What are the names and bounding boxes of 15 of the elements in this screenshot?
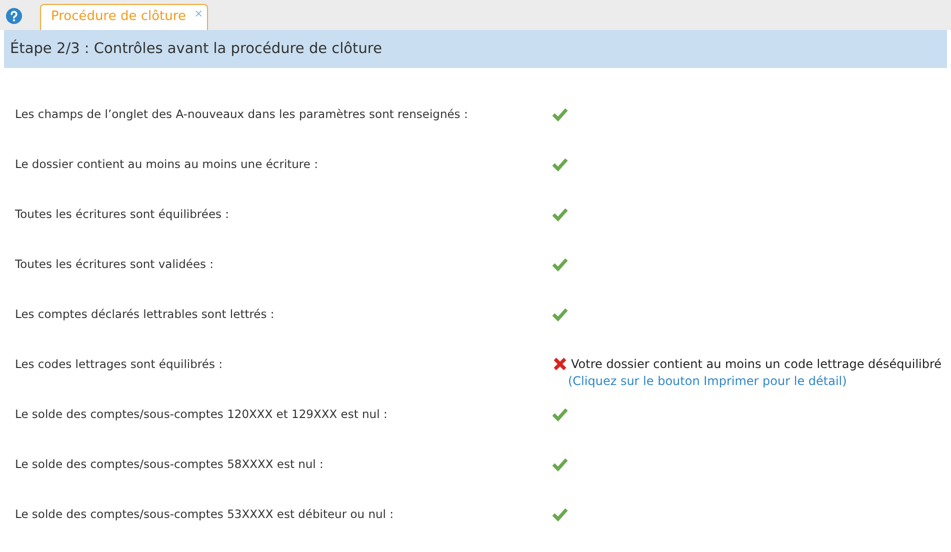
check-label: Toutes les écritures sont équilibrées : (15, 206, 230, 221)
check-label: Les codes lettrages sont équilibrés : (15, 356, 224, 371)
check-label: Les champs de l’onglet des A-nouveaux dans les paramètres sont renseignés : (15, 106, 469, 121)
tab[interactable]: Procédure de clôture × (40, 4, 208, 30)
check-label: Le solde des comptes/sous-comptes 58XXXX est nul : (15, 456, 324, 471)
check-label: Le dossier contient au moins au moins une écriture : (15, 156, 320, 171)
help-icon[interactable] (6, 8, 22, 24)
close-icon[interactable]: × (194, 9, 204, 19)
step-title: Étape 2/3 : Contrôles avant la procédure de clôture (10, 41, 382, 57)
check-label: Le solde des comptes/sous-comptes 53XXXX est débiteur ou nul : (15, 506, 395, 521)
check-label: Toutes les écritures sont validées : (15, 256, 215, 271)
check-label: Le solde des comptes/sous-comptes 120XXX et 129XXX est nul : (15, 406, 388, 421)
detail-link[interactable]: (Cliquez sur le bouton Imprimer pour le détail) (568, 374, 942, 388)
error-message: Votre dossier contient au moins un code lettrage déséquilibré (571, 357, 942, 371)
check-label: Les comptes déclarés lettrables sont lettrés : (15, 306, 276, 321)
